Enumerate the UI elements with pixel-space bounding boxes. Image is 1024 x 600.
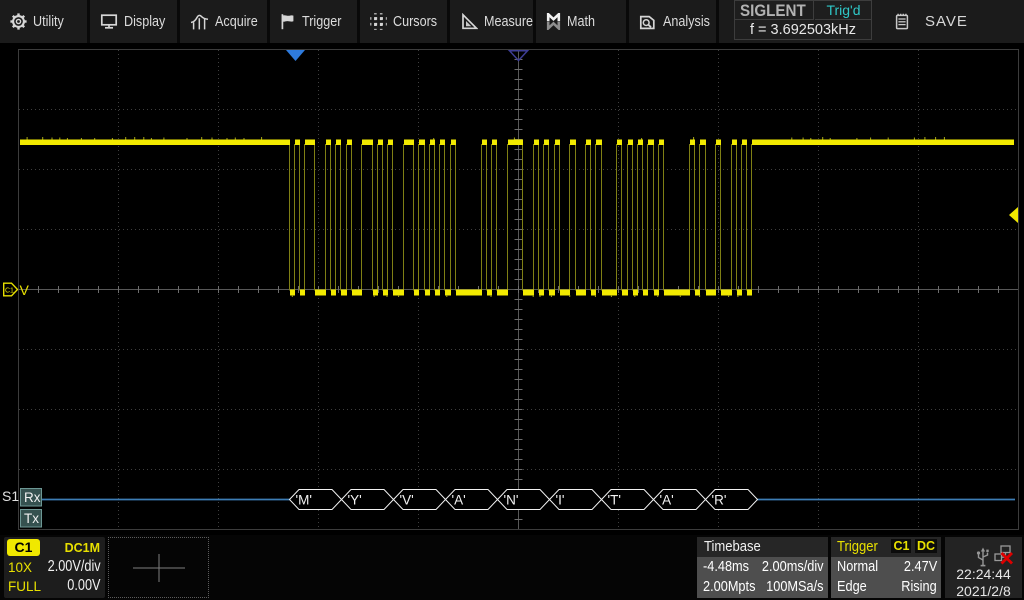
svg-text:'Y': 'Y' (348, 493, 362, 508)
svg-text:'M': 'M' (296, 493, 312, 508)
svg-text:Tx: Tx (24, 511, 39, 526)
svg-text:'T': 'T' (608, 493, 621, 508)
svg-text:C1: C1 (5, 288, 14, 295)
svg-text:V: V (20, 282, 30, 298)
svg-text:'N': 'N' (504, 493, 519, 508)
svg-text:'R': 'R' (712, 493, 727, 508)
svg-text:'A': 'A' (452, 493, 466, 508)
svg-text:'A': 'A' (660, 493, 674, 508)
svg-text:S1: S1 (2, 488, 19, 504)
svg-text:Rx: Rx (24, 490, 41, 505)
svg-text:'I': 'I' (556, 493, 565, 508)
svg-text:'V': 'V' (400, 493, 414, 508)
